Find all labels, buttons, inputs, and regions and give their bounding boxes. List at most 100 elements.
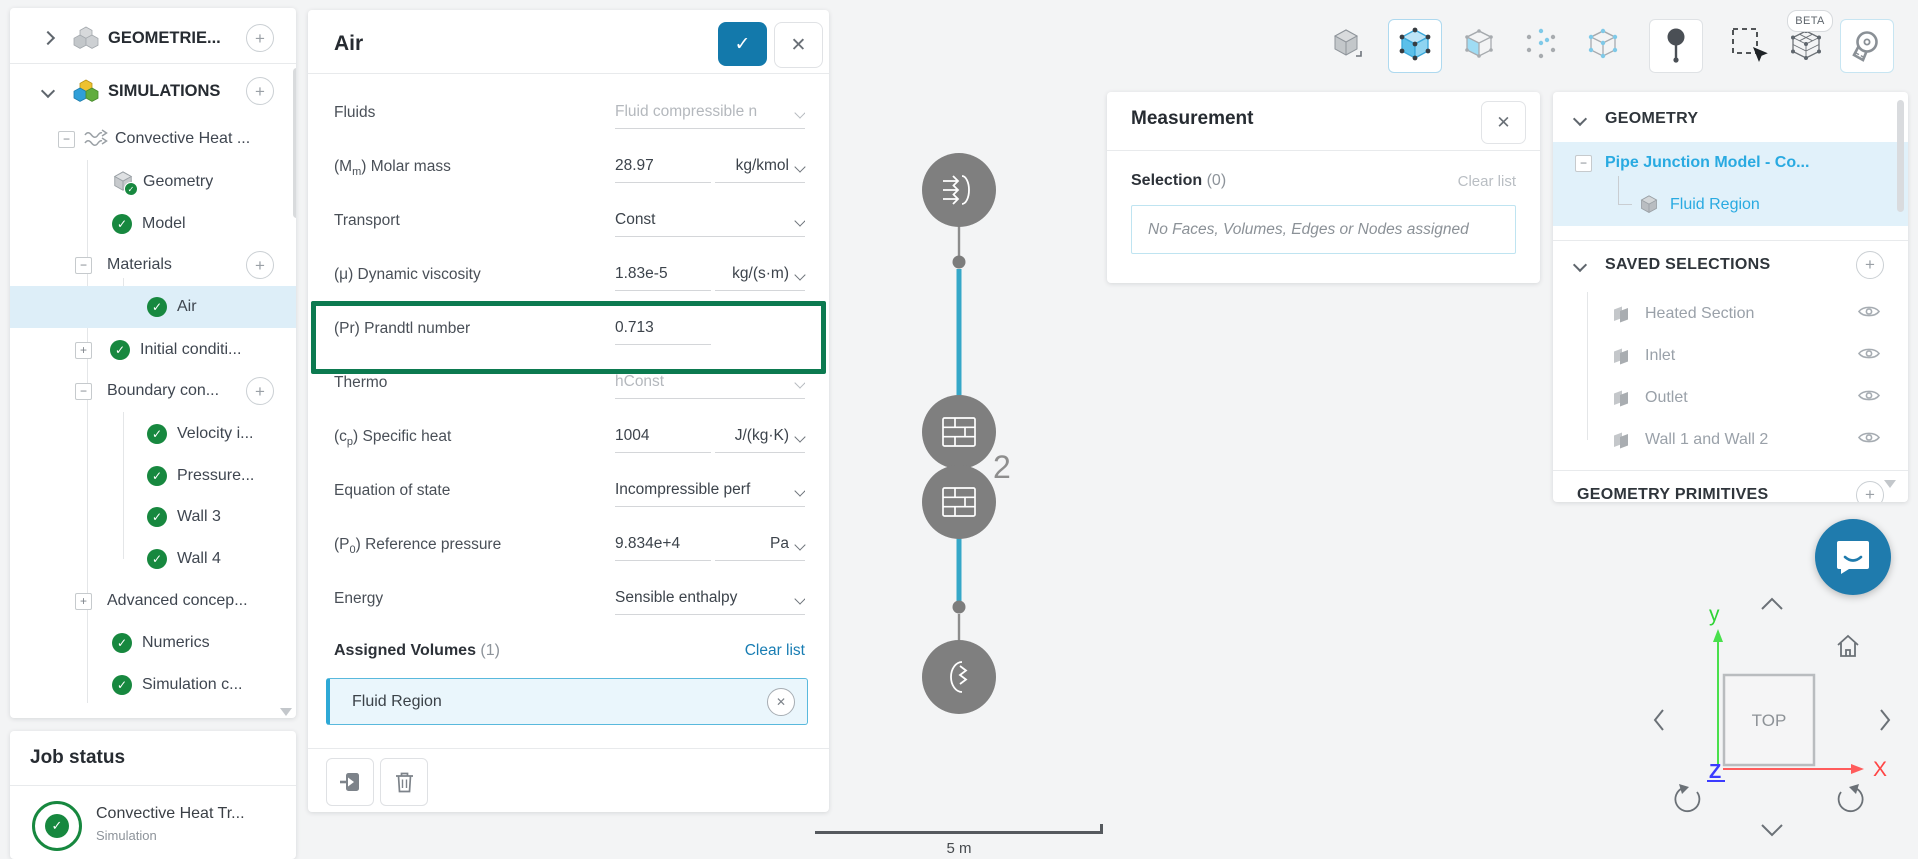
home-view-icon[interactable] xyxy=(1837,634,1859,657)
job-name[interactable]: Convective Heat Tr... xyxy=(96,805,245,823)
visibility-eye-icon[interactable] xyxy=(1858,389,1880,408)
roll-ccw-icon[interactable] xyxy=(1674,784,1701,813)
reference-pressure-unit-select[interactable]: Pa xyxy=(715,531,806,561)
solid-view-cube-icon[interactable] xyxy=(1322,19,1374,71)
saved-selections-header[interactable]: SAVED SELECTIONS + xyxy=(1553,246,1908,284)
tree-row-numerics[interactable]: ✓ Numerics xyxy=(10,622,296,664)
fluids-select[interactable]: Fluid compressible n xyxy=(615,99,805,129)
specific-heat-unit-select[interactable]: J/(kg·K) xyxy=(715,423,806,453)
molar-mass-unit-select[interactable]: kg/kmol xyxy=(715,153,806,183)
rotate-right-chevron[interactable] xyxy=(1880,709,1891,731)
select-face-icon[interactable] xyxy=(1453,19,1505,71)
visibility-eye-icon[interactable] xyxy=(1858,305,1880,324)
geometry-section-header[interactable]: GEOMETRY xyxy=(1553,100,1908,138)
apply-button[interactable]: ✓ xyxy=(718,22,767,66)
saved-selection-inlet[interactable]: Inlet xyxy=(1553,339,1908,373)
add-boundary-condition-button[interactable]: + xyxy=(246,377,274,405)
tree-row-advanced-concepts[interactable]: + Advanced concep... xyxy=(10,580,296,622)
saved-selection-heated-section[interactable]: Heated Section xyxy=(1553,297,1908,331)
tree-row-velocity-inlet[interactable]: ✓ Velocity i... xyxy=(10,413,296,455)
tree-row-geometries[interactable]: GEOMETRIE... + xyxy=(10,17,296,59)
check-icon: ✓ xyxy=(112,675,132,695)
scroll-down-icon[interactable] xyxy=(1884,480,1896,488)
reference-pressure-input[interactable]: 9.834e+4 xyxy=(615,531,711,561)
tree-label: Wall 4 xyxy=(177,550,221,567)
chevron-right-icon[interactable] xyxy=(40,30,56,46)
tree-row-wall-4[interactable]: ✓ Wall 4 xyxy=(10,538,296,580)
measurement-panel: Measurement ✕ Selection (0) Clear list N… xyxy=(1107,92,1540,283)
remove-chip-icon[interactable]: ✕ xyxy=(767,687,795,716)
add-material-button[interactable]: + xyxy=(246,251,274,279)
tree-row-convective-heat[interactable]: − Convective Heat ... xyxy=(10,118,296,160)
tree-row-boundary-conditions[interactable]: − Boundary con... + xyxy=(10,370,296,412)
chevron-down-icon[interactable] xyxy=(1572,257,1588,273)
probe-point-icon[interactable] xyxy=(1649,19,1703,73)
roll-cw-icon[interactable] xyxy=(1837,784,1864,813)
equation-of-state-select[interactable]: Incompressible perf xyxy=(615,477,805,507)
close-measurement-button[interactable]: ✕ xyxy=(1481,101,1526,144)
expand-box[interactable]: + xyxy=(75,592,92,610)
saved-selection-walls[interactable]: Wall 1 and Wall 2 xyxy=(1553,423,1908,457)
expand-box[interactable]: + xyxy=(75,341,92,359)
geometry-model-row[interactable]: − Pipe Junction Model - Co... xyxy=(1553,146,1908,180)
tree-label: Convective Heat ... xyxy=(115,130,251,147)
orientation-widget[interactable]: TOP y X Z xyxy=(1645,585,1918,855)
select-vertex-icon[interactable] xyxy=(1577,19,1629,71)
add-simulation-button[interactable]: + xyxy=(246,77,274,105)
close-panel-button[interactable]: ✕ xyxy=(774,22,823,68)
specific-heat-input[interactable]: 1004 xyxy=(615,423,711,453)
tree-row-simulation-control[interactable]: ✓ Simulation c... xyxy=(10,664,296,706)
tree-scrollbar[interactable] xyxy=(293,68,296,218)
viewport-pipe-schematic[interactable]: 2 xyxy=(890,140,1060,740)
tree-row-pressure-outlet[interactable]: ✓ Pressure... xyxy=(10,455,296,497)
geometry-primitives-header[interactable]: GEOMETRY PRIMITIVES + xyxy=(1553,476,1908,502)
delete-material-button[interactable] xyxy=(380,758,428,806)
collapse-box[interactable]: − xyxy=(1575,154,1592,172)
select-volume-icon[interactable] xyxy=(1388,19,1442,73)
tree-row-clipped[interactable]: + xyxy=(10,706,296,718)
tree-row-initial-conditions[interactable]: + ✓ Initial conditi... xyxy=(10,329,296,371)
molar-mass-input[interactable]: 28.97 xyxy=(615,153,711,183)
clear-assigned-volumes-link[interactable]: Clear list xyxy=(745,642,805,660)
tree-row-geometry[interactable]: ✓ Geometry xyxy=(10,161,296,203)
energy-select[interactable]: Sensible enthalpy xyxy=(615,585,805,615)
selection-dropzone[interactable]: No Faces, Volumes, Edges or Nodes assign… xyxy=(1131,205,1516,254)
field-row-energy: Energy Sensible enthalpy xyxy=(308,573,829,627)
support-chat-button[interactable] xyxy=(1815,519,1891,595)
transport-select[interactable]: Const xyxy=(615,207,805,237)
check-icon: ✓ xyxy=(112,214,132,234)
rotate-up-chevron[interactable] xyxy=(1761,597,1783,610)
rotate-down-chevron[interactable] xyxy=(1761,824,1783,837)
prandtl-number-input[interactable]: 0.713 xyxy=(615,315,711,345)
scroll-down-icon[interactable] xyxy=(280,708,292,716)
saved-selection-outlet[interactable]: Outlet xyxy=(1553,381,1908,415)
visibility-eye-icon[interactable] xyxy=(1858,431,1880,450)
dynamic-viscosity-input[interactable]: 1.83e-5 xyxy=(615,261,711,291)
collapse-box[interactable]: − xyxy=(58,130,75,148)
assigned-volume-chip[interactable]: Fluid Region ✕ xyxy=(326,678,808,725)
section-label: GEOMETRY PRIMITIVES xyxy=(1577,486,1769,502)
measure-tool-icon[interactable] xyxy=(1840,19,1894,73)
add-geometry-button[interactable]: + xyxy=(246,24,274,52)
visibility-eye-icon[interactable] xyxy=(1858,347,1880,366)
clear-selection-link[interactable]: Clear list xyxy=(1458,173,1516,190)
tree-row-materials[interactable]: − Materials + xyxy=(10,244,296,286)
fluid-region-row[interactable]: Fluid Region xyxy=(1553,188,1908,222)
collapse-box[interactable]: − xyxy=(75,382,92,400)
select-node-icon[interactable] xyxy=(1515,19,1567,71)
tree-row-air-selected[interactable]: ✓ Air xyxy=(10,286,296,328)
add-primitive-button[interactable]: + xyxy=(1856,481,1884,502)
rotate-left-chevron[interactable] xyxy=(1653,709,1664,731)
check-icon: ✓ xyxy=(112,633,132,653)
tree-row-simulations[interactable]: SIMULATIONS + xyxy=(10,70,296,112)
dynamic-viscosity-unit-select[interactable]: kg/(s·m) xyxy=(715,261,806,291)
chevron-down-icon[interactable] xyxy=(1572,111,1588,127)
box-select-icon[interactable] xyxy=(1723,19,1775,71)
tree-row-wall-3[interactable]: ✓ Wall 3 xyxy=(10,496,296,538)
import-assignment-button[interactable] xyxy=(326,758,374,806)
collapse-box[interactable]: − xyxy=(75,256,92,274)
thermo-select[interactable]: hConst xyxy=(615,369,805,399)
tree-row-model[interactable]: ✓ Model xyxy=(10,203,296,245)
add-saved-selection-button[interactable]: + xyxy=(1856,251,1884,279)
chevron-down-icon[interactable] xyxy=(40,83,56,99)
